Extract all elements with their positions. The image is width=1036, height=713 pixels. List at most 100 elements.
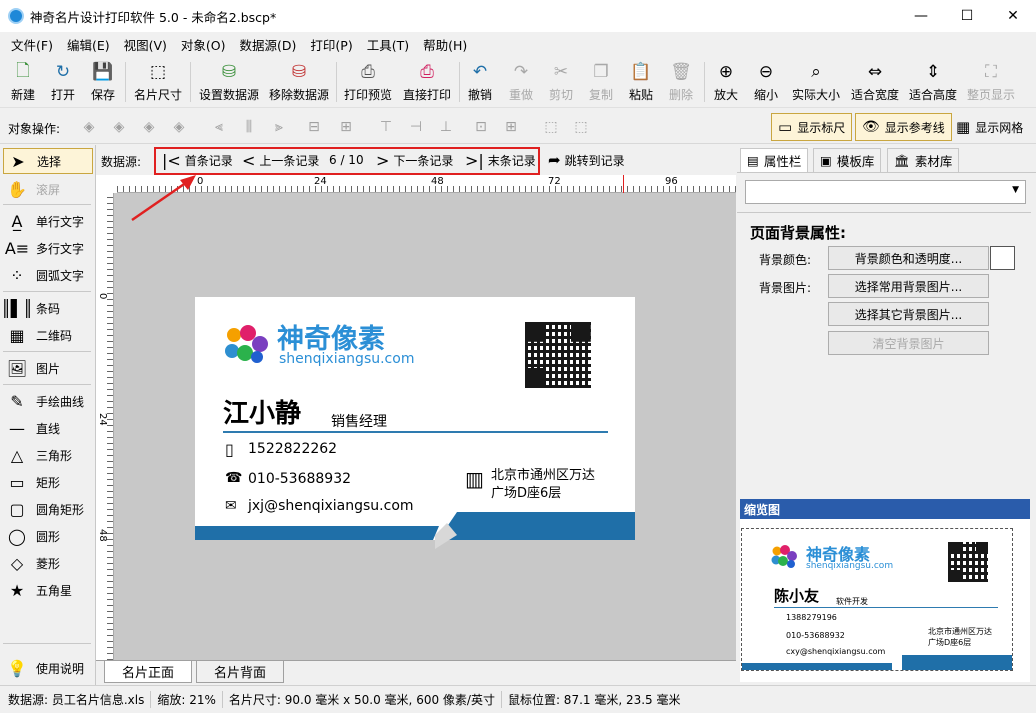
menu-object[interactable]: 对象(O)	[174, 35, 233, 54]
help-button[interactable]: 💡 使用说明	[3, 655, 93, 681]
actual-size-button[interactable]: ⌕ 实际大小	[789, 59, 843, 105]
prev-record-button[interactable]: < 上一条记录	[242, 151, 319, 170]
group-icon[interactable]: ⬚	[540, 116, 562, 138]
tool-triangle[interactable]: △ 三角形	[3, 442, 93, 468]
brand-site: shenqixiangsu.com	[279, 351, 415, 367]
copy-button[interactable]: ❐ 复制	[586, 59, 616, 105]
zoom-out-button[interactable]: ⊖ 缩小	[751, 59, 781, 105]
tool-round-rect[interactable]: ▢ 圆角矩形	[3, 496, 93, 522]
bg-other-image-button[interactable]: 选择其它背景图片...	[828, 302, 989, 326]
tool-image[interactable]: 🖼 图片	[3, 355, 93, 381]
tool-diamond[interactable]: ◇ 菱形	[3, 550, 93, 576]
minimize-button[interactable]: —	[898, 0, 944, 32]
same-height-icon[interactable]: ⊡	[470, 116, 492, 138]
show-grid-toggle[interactable]: ▦ 显示网格	[950, 113, 1029, 141]
object-ops-label: 对象操作:	[8, 122, 61, 136]
show-ruler-toggle[interactable]: ▭ 显示标尺	[771, 113, 853, 141]
bg-clear-image-button[interactable]: 清空背景图片	[828, 331, 989, 355]
layer-down-icon[interactable]: ◈	[138, 116, 160, 138]
tool-scroll[interactable]: ✋ 滚屏	[3, 176, 93, 202]
brand-logo-icon	[225, 325, 268, 363]
business-card-front[interactable]: 神奇像素 shenqixiangsu.com 江小静 销售经理 ▯ 152282…	[195, 297, 635, 549]
layer-top-icon[interactable]: ◈	[108, 116, 130, 138]
ungroup-icon[interactable]: ⬚	[570, 116, 592, 138]
print-preview-button[interactable]: ⎙ 打印预览	[341, 59, 395, 105]
tool-star[interactable]: ★ 五角星	[3, 577, 93, 603]
tool-select[interactable]: ➤ 选择	[3, 148, 93, 174]
align-right-icon[interactable]: ⫸	[268, 116, 290, 138]
menu-print[interactable]: 打印(P)	[303, 35, 359, 54]
mobile-number: 1522822262	[248, 441, 338, 457]
next-record-button[interactable]: > 下一条记录	[376, 151, 453, 170]
tool-barcode[interactable]: ║▌║ 条码	[1, 295, 93, 321]
same-width-icon[interactable]: ⊟	[303, 116, 325, 138]
new-button[interactable]: 🗋 新建	[8, 59, 38, 105]
close-button[interactable]: ✕	[990, 0, 1036, 32]
delete-button[interactable]: 🗑 删除	[666, 59, 696, 105]
person-name: 江小静	[223, 399, 302, 429]
tool-arc-text[interactable]: ⁘ 圆弧文字	[3, 262, 93, 288]
tab-back[interactable]: 名片背面	[196, 661, 284, 683]
jump-record-button[interactable]: ➦ 跳转到记录	[548, 151, 625, 169]
layer-bottom-icon[interactable]: ◈	[168, 116, 190, 138]
ruler-ticks	[107, 193, 113, 660]
tool-rect[interactable]: ▭ 矩形	[3, 469, 93, 495]
direct-print-button[interactable]: ⎙ 直接打印	[400, 59, 454, 105]
tool-single-text[interactable]: A̲ 单行文字	[3, 208, 93, 234]
tool-line[interactable]: — 直线	[3, 415, 93, 441]
show-guides-toggle[interactable]: 👁 显示参考线	[855, 113, 952, 141]
tool-qrcode[interactable]: ▦ 二维码	[3, 322, 93, 348]
last-record-button[interactable]: >| 末条记录	[465, 151, 536, 170]
ruler-icon: ▭	[778, 118, 793, 136]
thumb-site: shenqixiangsu.com	[806, 561, 894, 571]
object-select-dropdown[interactable]: ▼	[745, 180, 1026, 204]
full-page-icon: ⛶	[985, 62, 997, 82]
align-bottom-icon[interactable]: ⊥	[435, 116, 457, 138]
maximize-button[interactable]: ☐	[944, 0, 990, 32]
bg-common-image-button[interactable]: 选择常用背景图片...	[828, 274, 989, 298]
ruler-label: 0	[97, 293, 108, 300]
zoom-in-button[interactable]: ⊕ 放大	[711, 59, 741, 105]
copy-icon: ❐	[593, 62, 609, 82]
cursor-icon: ➤	[11, 151, 25, 171]
tab-properties[interactable]: ▤ 属性栏	[740, 148, 809, 172]
bg-color-swatch[interactable]	[990, 246, 1015, 270]
align-left-icon[interactable]: ⫷	[208, 116, 230, 138]
menu-tools[interactable]: 工具(T)	[360, 35, 416, 54]
fit-height-button[interactable]: ⇕ 适合高度	[906, 59, 960, 105]
align-top-icon[interactable]: ⊤	[375, 116, 397, 138]
toolbar-separator	[190, 62, 191, 102]
thumbnail-card[interactable]: 神奇像素 shenqixiangsu.com 陈小友 软件开发 13882791…	[741, 528, 1013, 671]
redo-button[interactable]: ↷ 重做	[506, 59, 536, 105]
cut-button[interactable]: ✂ 剪切	[546, 59, 576, 105]
tab-materials[interactable]: 🏛 素材库	[887, 148, 960, 172]
menu-help[interactable]: 帮助(H)	[416, 35, 474, 54]
save-button[interactable]: 💾 保存	[88, 59, 118, 105]
thumb-phone: 010-53688932	[786, 631, 845, 640]
paste-button[interactable]: 📋 粘贴	[626, 59, 656, 105]
bg-color-button[interactable]: 背景颜色和透明度...	[828, 246, 989, 270]
align-middle-icon[interactable]: ⊣	[405, 116, 427, 138]
distribute-h-icon[interactable]: ⊞	[335, 116, 357, 138]
menu-edit[interactable]: 编辑(E)	[60, 35, 117, 54]
remove-datasource-button[interactable]: ⛁ 移除数据源	[266, 59, 332, 105]
menu-view[interactable]: 视图(V)	[117, 35, 174, 54]
set-datasource-button[interactable]: ⛁ 设置数据源	[196, 59, 262, 105]
tab-front[interactable]: 名片正面	[104, 661, 192, 683]
layer-up-icon[interactable]: ◈	[78, 116, 100, 138]
tool-freehand[interactable]: ✎ 手绘曲线	[3, 388, 93, 414]
card-size-button[interactable]: ⬚ 名片尺寸	[131, 59, 185, 105]
menu-datasource[interactable]: 数据源(D)	[233, 35, 304, 54]
tool-ellipse[interactable]: ◯ 圆形	[3, 523, 93, 549]
first-record-button[interactable]: |< 首条记录	[162, 151, 233, 170]
tool-multi-text[interactable]: A≡ 多行文字	[3, 235, 93, 261]
undo-button[interactable]: ↶ 撤销	[465, 59, 495, 105]
menu-file[interactable]: 文件(F)	[4, 35, 60, 54]
align-center-icon[interactable]: ⫼	[238, 116, 260, 138]
open-button[interactable]: ↻ 打开	[48, 59, 78, 105]
fit-width-button[interactable]: ⇔ 适合宽度	[848, 59, 902, 105]
full-page-button[interactable]: ⛶ 整页显示	[964, 59, 1018, 105]
status-zoom: 缩放: 21%	[151, 691, 223, 708]
tab-templates[interactable]: ▣ 模板库	[813, 148, 882, 172]
distribute-v-icon[interactable]: ⊞	[500, 116, 522, 138]
